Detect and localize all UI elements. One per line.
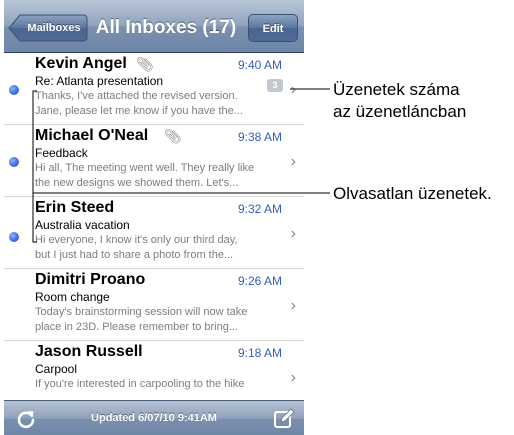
thread-count-callout-line1: Üzenetek száma bbox=[333, 80, 460, 99]
thread-count-callout-line2: az üzenetláncban bbox=[333, 102, 467, 121]
callout-leader-lines bbox=[32, 88, 330, 243]
unread-callout: Olvasatlan üzenetek. bbox=[333, 184, 492, 203]
